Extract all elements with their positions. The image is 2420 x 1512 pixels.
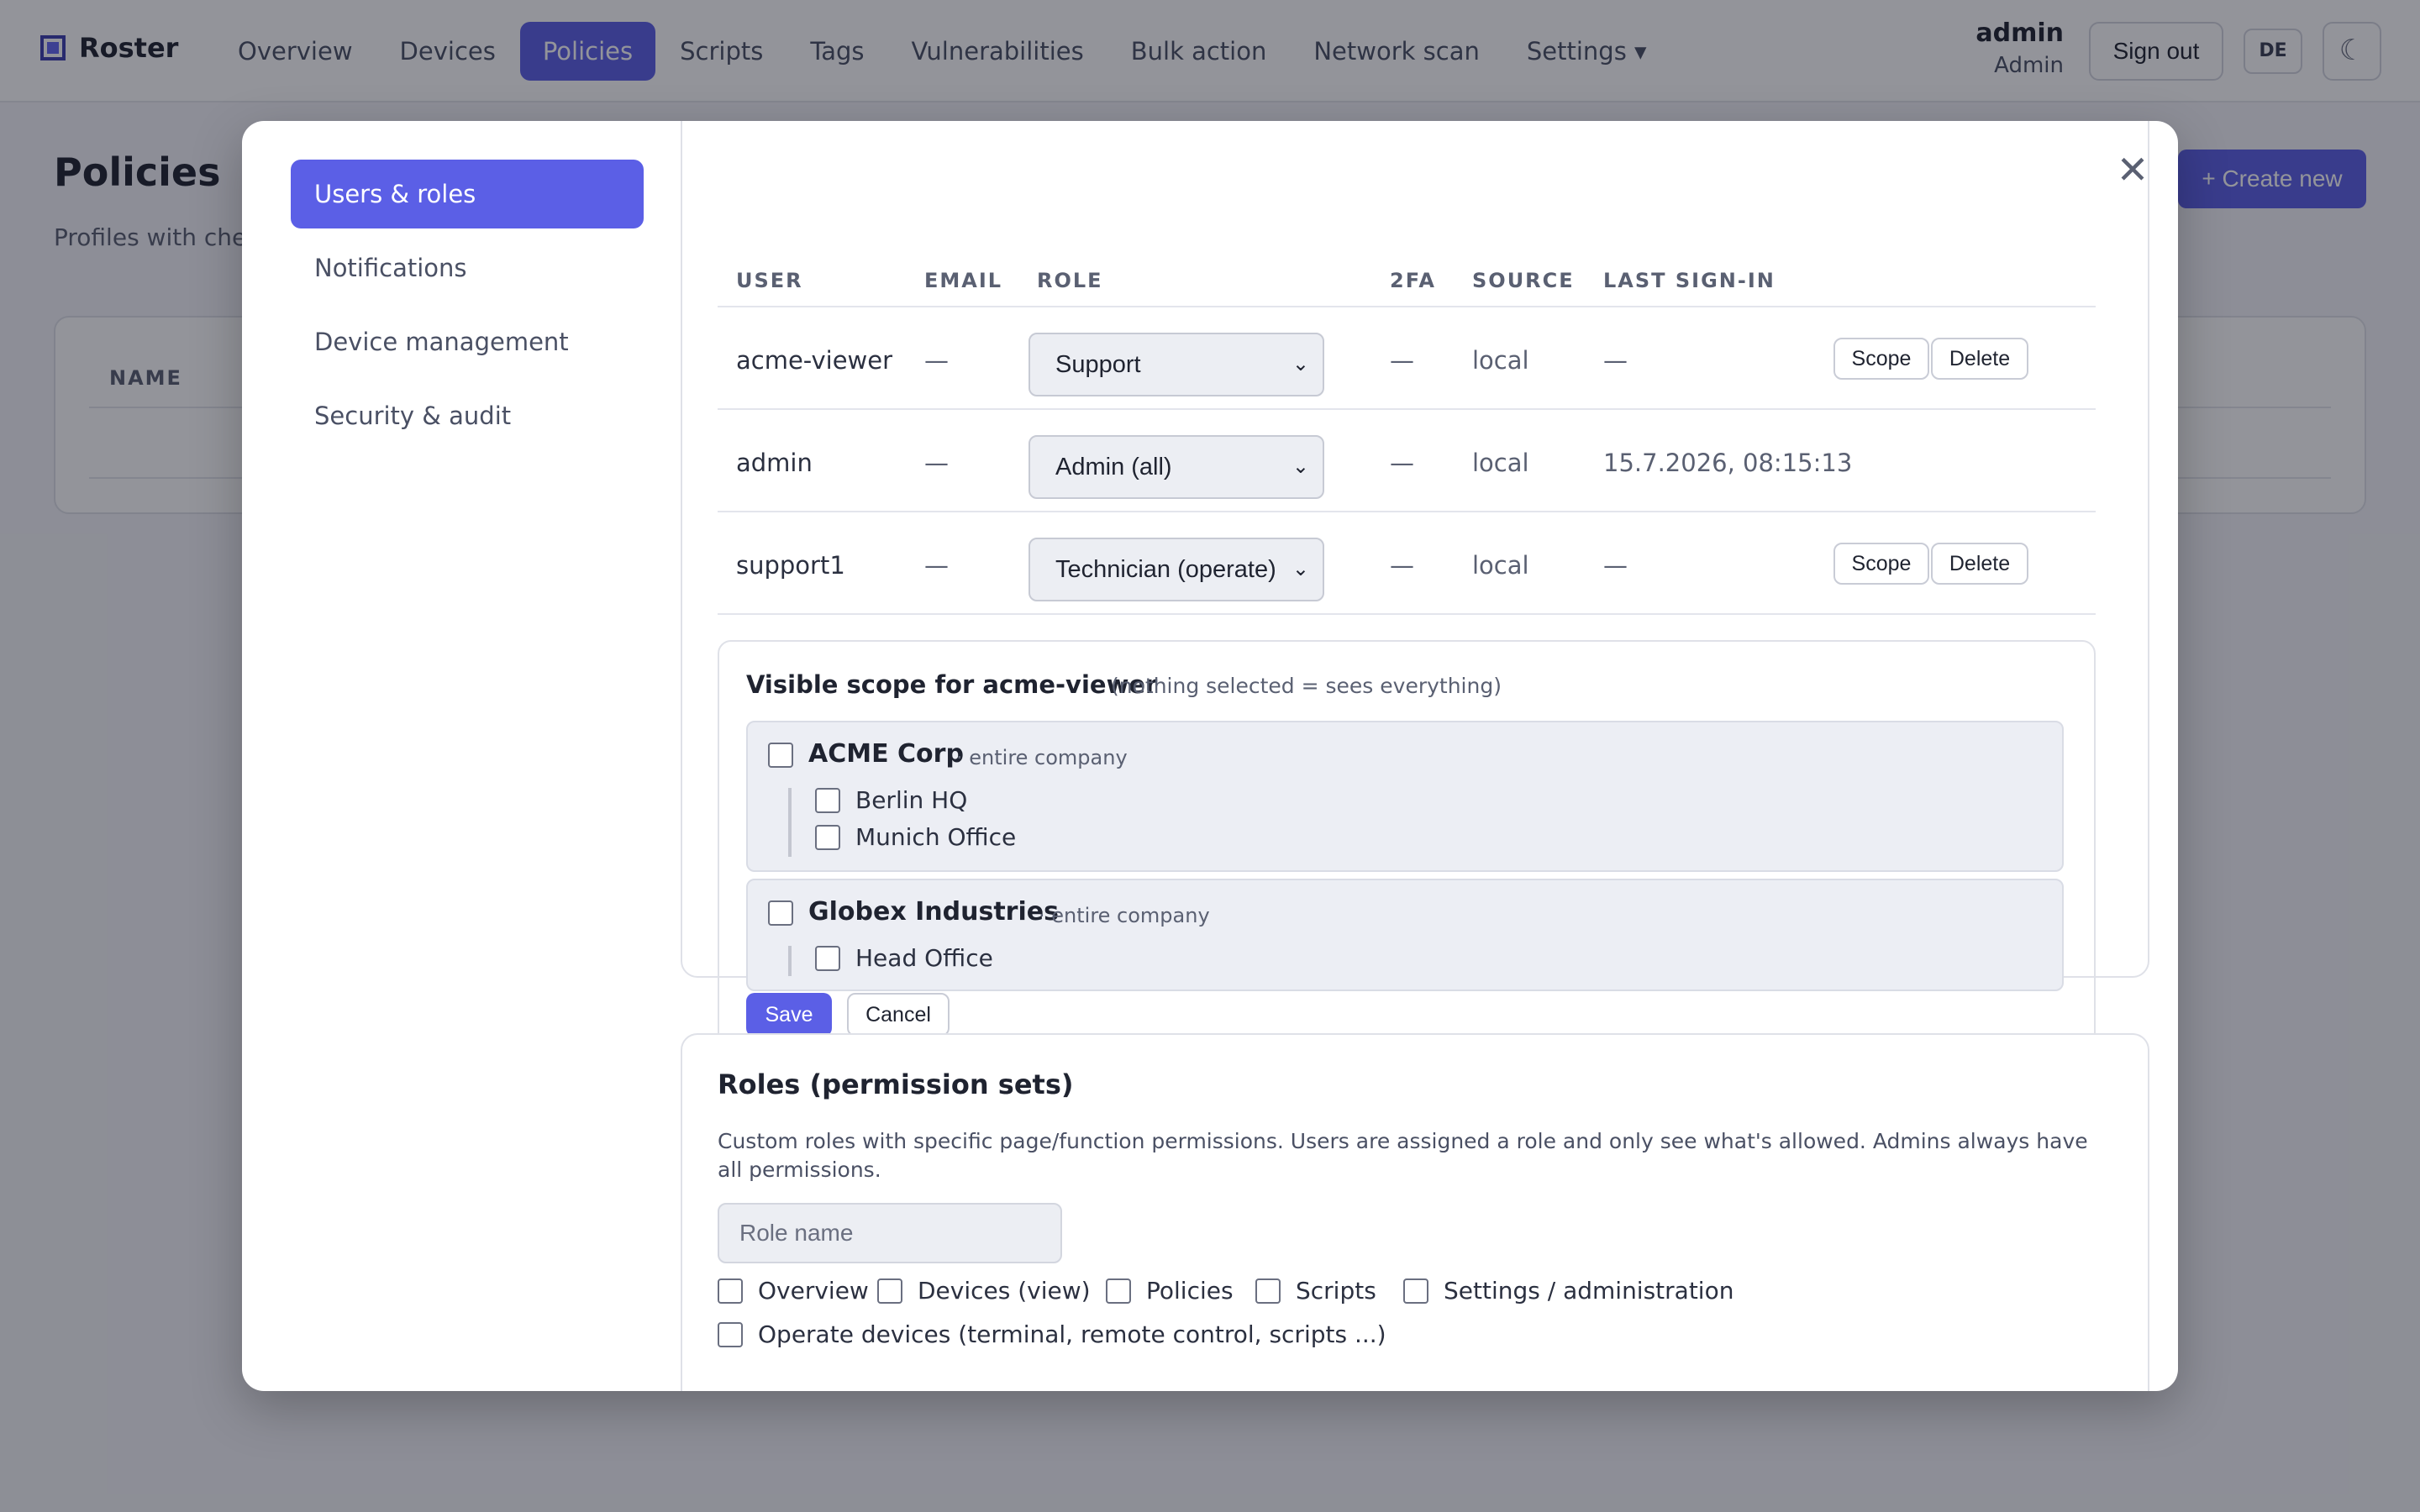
checkbox[interactable] [1106,1278,1131,1304]
visible-scope-panel: Visible scope for acme-viewer (nothing s… [718,640,2096,1063]
scope-title: Visible scope for acme-viewer [746,670,1158,699]
role-select-value: Support [1055,351,1141,378]
twofa-cell: — [1390,449,1414,477]
settings-content: USER EMAIL ROLE 2FA SOURCE LAST SIGN-IN … [681,121,2160,1391]
chevron-down-icon: ⌄ [1292,558,1309,580]
permission-label: Overview [758,1277,869,1305]
divider [718,408,2096,410]
permission-overview[interactable]: Overview [718,1277,869,1305]
tree-line [788,788,792,857]
tree-line [788,946,792,976]
scope-button[interactable]: Scope [1833,543,1929,585]
company-note: · entire company [956,746,1128,769]
role-select[interactable]: Technician (operate) ⌄ [1028,538,1324,601]
settings-sidebar: Users & roles Notifications Device manag… [242,121,679,1391]
twofa-cell: — [1390,346,1414,375]
sidebar-item-users-roles[interactable]: Users & roles [291,160,644,228]
permission-policies[interactable]: Policies [1106,1277,1234,1305]
location-name: Berlin HQ [855,786,968,814]
company-name: ACME Corp [808,739,964,769]
roles-title: Roles (permission sets) [718,1068,1074,1100]
permission-settings[interactable]: Settings / administration [1403,1277,1733,1305]
checkbox[interactable] [718,1278,743,1304]
location-checkbox[interactable] [815,788,840,813]
users-card: USER EMAIL ROLE 2FA SOURCE LAST SIGN-IN … [681,121,2149,1063]
last-sign-in-cell: — [1603,346,1628,375]
permission-label: Operate devices (terminal, remote contro… [758,1320,1386,1348]
source-cell: local [1472,551,1529,580]
location-checkbox[interactable] [815,825,840,850]
divider [718,511,2096,512]
roles-card: Roles (permission sets) Custom roles wit… [681,1033,2149,1391]
delete-button[interactable]: Delete [1931,543,2028,585]
role-select[interactable]: Support ⌄ [1028,333,1324,396]
company-group: ACME Corp · entire company Berlin HQ Mun… [746,721,2064,872]
permission-devices-view[interactable]: Devices (view) [877,1277,1091,1305]
divider [718,306,2096,307]
last-sign-in-cell: — [1603,551,1628,580]
email-cell: — [924,449,949,477]
cancel-button[interactable]: Cancel [847,993,950,1037]
permission-operate-devices[interactable]: Operate devices (terminal, remote contro… [718,1320,1386,1348]
chevron-down-icon: ⌄ [1292,353,1309,375]
col-header-user: USER [736,269,803,292]
permission-label: Policies [1146,1277,1234,1305]
last-sign-in-cell: 15.7.2026, 08:15:13 [1603,449,1853,477]
settings-modal: Users & roles Notifications Device manag… [242,121,2178,1391]
sidebar-item-security-audit[interactable]: Security & audit [291,381,644,450]
permission-label: Scripts [1296,1277,1376,1305]
user-cell: support1 [736,551,845,580]
email-cell: — [924,346,949,375]
user-cell: admin [736,449,813,477]
company-group: Globex Industries · entire company Head … [746,879,2064,991]
location-checkbox[interactable] [815,946,840,971]
user-cell: acme-viewer [736,346,893,375]
col-header-source: SOURCE [1472,269,1575,292]
source-cell: local [1472,449,1529,477]
save-button[interactable]: Save [746,993,832,1037]
delete-button[interactable]: Delete [1931,338,2028,380]
source-cell: local [1472,346,1529,375]
checkbox[interactable] [1255,1278,1281,1304]
sidebar-item-device-management[interactable]: Device management [291,307,644,376]
col-header-email: EMAIL [924,269,1003,292]
role-select[interactable]: Admin (all) ⌄ [1028,435,1324,499]
checkbox[interactable] [718,1321,743,1347]
checkbox[interactable] [877,1278,902,1304]
col-header-last-sign-in: LAST SIGN-IN [1603,269,1776,292]
checkbox[interactable] [1403,1278,1428,1304]
company-note: · entire company [1039,904,1210,927]
col-header-role: ROLE [1037,269,1103,292]
col-header-2fa: 2FA [1390,269,1436,292]
permission-scripts[interactable]: Scripts [1255,1277,1376,1305]
sidebar-item-notifications[interactable]: Notifications [291,234,644,302]
scope-hint: (nothing selected = sees everything) [1111,674,1502,698]
twofa-cell: — [1390,551,1414,580]
company-checkbox[interactable] [768,900,793,926]
divider [718,613,2096,615]
company-checkbox[interactable] [768,743,793,768]
permission-label: Settings / administration [1444,1277,1734,1305]
role-name-input[interactable]: Role name [718,1203,1062,1263]
close-icon[interactable]: ✕ [2109,146,2156,193]
role-select-value: Admin (all) [1055,454,1172,480]
location-name: Head Office [855,944,993,972]
chevron-down-icon: ⌄ [1292,455,1309,478]
location-name: Munich Office [855,823,1017,851]
email-cell: — [924,551,949,580]
permission-label: Devices (view) [918,1277,1091,1305]
company-name: Globex Industries [808,897,1059,927]
roles-description: Custom roles with specific page/function… [718,1129,2088,1182]
role-select-value: Technician (operate) [1055,556,1276,583]
scope-button[interactable]: Scope [1833,338,1929,380]
